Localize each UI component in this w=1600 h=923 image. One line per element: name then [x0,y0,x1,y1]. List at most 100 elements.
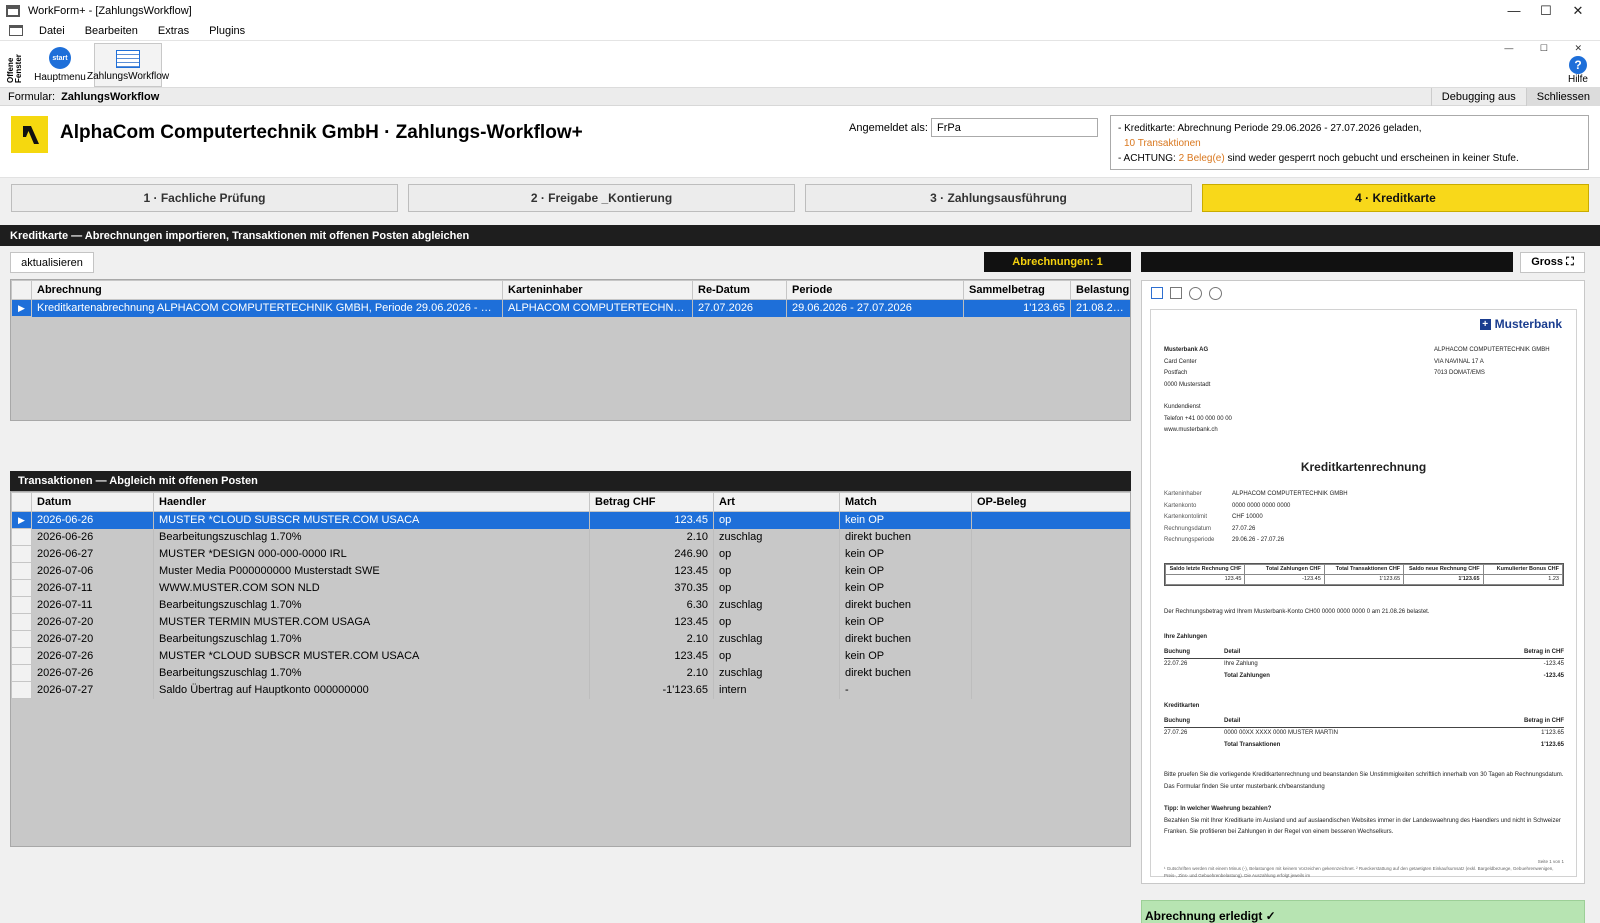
table-row[interactable]: ▶ Kreditkartenabrechnung ALPHACOM COMPUT… [11,299,1130,317]
refresh-button[interactable]: aktualisieren [10,252,94,273]
select-tool-icon[interactable] [1151,287,1163,299]
row-selector-icon[interactable] [11,545,32,563]
cell[interactable]: kein OP [839,511,972,529]
cell[interactable]: kein OP [839,579,972,597]
table-row[interactable]: 2026-06-27 MUSTER *DESIGN 000-000-0000 IR… [11,545,1130,563]
col-datum[interactable]: Datum [31,492,154,512]
cell[interactable]: 2026-06-26 [31,511,154,529]
table-row[interactable]: 2026-07-06 Muster Media P000000000 Muster… [11,562,1130,580]
cell[interactable]: 2.10 [589,664,714,682]
col-periode[interactable]: Periode [786,280,964,300]
table-row[interactable]: 2026-06-26 Bearbeitungszuschlag 1.70% 2.10… [11,528,1130,546]
cell[interactable]: 29.06.2026 - 27.07.2026 [786,299,964,317]
cell[interactable]: MUSTER TERMIN MUSTER.COM USAGA [153,613,590,631]
cell[interactable]: Bearbeitungszuschlag 1.70% [153,596,590,614]
row-selector-icon[interactable] [11,562,32,580]
login-user-field[interactable] [931,118,1098,137]
table-row[interactable]: 2026-07-27 Saldo Übertrag auf Hauptkonto … [11,681,1130,699]
cell[interactable]: 246.90 [589,545,714,563]
step-freigabe-kontierung[interactable]: 2 · Freigabe _Kontierung [408,184,795,212]
cell[interactable] [971,596,1130,614]
cell[interactable]: 2.10 [589,528,714,546]
col-abrechnung[interactable]: Abrechnung [31,280,503,300]
debugging-button[interactable]: Debugging aus [1430,87,1526,106]
cell[interactable] [971,630,1130,648]
cell[interactable]: ALPHACOM COMPUTERTECHNIK ... [502,299,693,317]
row-selector-icon[interactable] [11,613,32,631]
rectangle-tool-icon[interactable] [1170,287,1182,299]
cell[interactable]: Bearbeitungszuschlag 1.70% [153,630,590,648]
cell[interactable]: 370.35 [589,579,714,597]
circle-tool-icon[interactable] [1189,287,1202,300]
cell[interactable]: 2026-07-11 [31,596,154,614]
table-row[interactable]: 2026-07-11 WWW.MUSTER.COM SON NLD 370.35 op… [11,579,1130,597]
minimize-button[interactable]: — [1498,3,1530,19]
cell[interactable]: WWW.MUSTER.COM SON NLD [153,579,590,597]
cell[interactable]: intern [713,681,840,699]
cell[interactable]: 2026-07-20 [31,630,154,648]
cell[interactable]: op [713,647,840,665]
cell[interactable] [971,562,1130,580]
cell[interactable]: kein OP [839,647,972,665]
cell[interactable]: 2026-07-27 [31,681,154,699]
row-selector-icon[interactable] [11,664,32,682]
cell[interactable]: MUSTER *CLOUD SUBSCR MUSTER.COM USACA [153,647,590,665]
col-art[interactable]: Art [713,492,840,512]
cell[interactable]: direkt buchen [839,630,972,648]
table-row[interactable]: 2026-07-26 Bearbeitungszuschlag 1.70% 2.10… [11,664,1130,682]
cell[interactable]: op [713,613,840,631]
row-selector-icon[interactable] [11,681,32,699]
col-re-datum[interactable]: Re-Datum [692,280,787,300]
cell[interactable]: Saldo Übertrag auf Hauptkonto 000000000 [153,681,590,699]
cell[interactable]: 123.45 [589,562,714,580]
cell[interactable]: 2026-07-26 [31,647,154,665]
mdi-window-icon[interactable] [9,25,23,36]
cell[interactable] [971,545,1130,563]
cell[interactable]: zuschlag [713,596,840,614]
cell[interactable]: op [713,579,840,597]
cell[interactable]: 2026-07-20 [31,613,154,631]
row-selector-icon[interactable]: ▶ [11,511,32,529]
cell[interactable]: 2026-07-26 [31,664,154,682]
row-selector-icon[interactable] [11,528,32,546]
table-row[interactable]: ▶ 2026-06-26 MUSTER *CLOUD SUBSCR MUSTER.C… [11,511,1130,529]
cell[interactable]: kein OP [839,545,972,563]
step-kreditkarte[interactable]: 4 · Kreditkarte [1202,184,1589,212]
step-zahlungsausfuehrung[interactable]: 3 · Zahlungsausführung [805,184,1192,212]
col-sammelbetrag[interactable]: Sammelbetrag [963,280,1071,300]
zahlungsworkflow-button[interactable]: ZahlungsWorkflow [87,43,169,87]
row-selector-icon[interactable]: ▶ [11,299,32,317]
cell[interactable]: Bearbeitungszuschlag 1.70% [153,528,590,546]
menu-datei[interactable]: Datei [39,25,65,37]
cell[interactable]: 21.08.2026 [1070,299,1130,317]
cell[interactable]: MUSTER *DESIGN 000-000-0000 IRL [153,545,590,563]
cell[interactable]: MUSTER *CLOUD SUBSCR MUSTER.COM USACA [153,511,590,529]
cell[interactable] [971,664,1130,682]
cell[interactable]: 1'123.65 [963,299,1071,317]
table-row[interactable]: 2026-07-20 MUSTER TERMIN MUSTER.COM USAGA… [11,613,1130,631]
cell[interactable]: 6.30 [589,596,714,614]
cell[interactable]: direkt buchen [839,596,972,614]
row-selector-icon[interactable] [11,596,32,614]
cell[interactable] [971,681,1130,699]
cell[interactable]: 2026-07-06 [31,562,154,580]
row-selector-icon[interactable] [11,579,32,597]
cell[interactable]: 27.07.2026 [692,299,787,317]
row-selector-icon[interactable] [11,630,32,648]
cell[interactable]: 2.10 [589,630,714,648]
ellipse-tool-icon[interactable] [1209,287,1222,300]
close-button[interactable]: ✕ [1562,3,1594,19]
schliessen-button[interactable]: Schliessen [1525,87,1600,106]
cell[interactable]: direkt buchen [839,664,972,682]
cell[interactable]: zuschlag [713,630,840,648]
menu-bearbeiten[interactable]: Bearbeiten [85,25,138,37]
cell[interactable]: zuschlag [713,664,840,682]
table-row[interactable]: 2026-07-11 Bearbeitungszuschlag 1.70% 6.30… [11,596,1130,614]
cell[interactable]: 123.45 [589,613,714,631]
cell[interactable] [971,579,1130,597]
child-window-controls[interactable]: — ☐ ✕ [1504,43,1594,54]
cell[interactable]: Muster Media P000000000 Musterstadt SWE [153,562,590,580]
cell[interactable]: 2026-06-26 [31,528,154,546]
col-betrag[interactable]: Betrag CHF [589,492,714,512]
cell[interactable] [971,528,1130,546]
